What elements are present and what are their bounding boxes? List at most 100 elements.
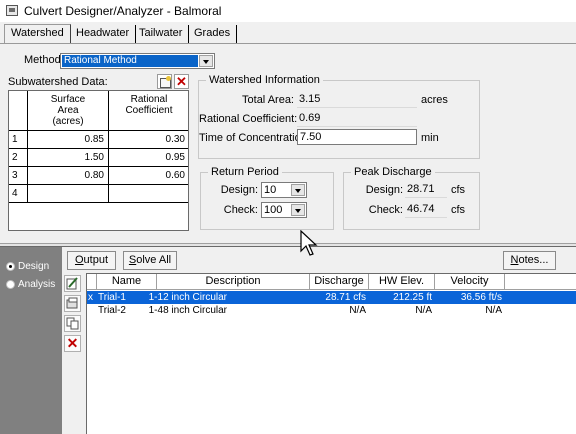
design-peak-discharge-value: 28.71 xyxy=(405,182,447,198)
tab-grades[interactable]: Grades xyxy=(188,25,238,44)
copy-trial-icon[interactable] xyxy=(64,315,81,332)
time-of-concentration-unit: min xyxy=(421,132,439,144)
chevron-down-icon[interactable] xyxy=(199,55,213,67)
column-header-description[interactable]: Description xyxy=(157,274,310,290)
check-peak-discharge-value: 46.74 xyxy=(405,202,447,218)
grid-header-area-line: Area xyxy=(57,105,79,116)
delete-row-icon[interactable]: ✕ xyxy=(174,74,189,89)
column-header-name[interactable]: Name xyxy=(97,274,157,290)
grid-row: 3 0.80 0.60 xyxy=(9,167,188,185)
design-mode-option[interactable]: Design xyxy=(0,258,62,275)
grid-header-area-line: Surface xyxy=(50,94,86,105)
delete-trial-icon[interactable]: ✕ xyxy=(64,335,81,352)
mode-navigation: Design Analysis xyxy=(0,247,62,434)
solve-all-button-label: olve All xyxy=(136,254,172,266)
design-mode-label: Design xyxy=(18,261,50,272)
add-row-icon[interactable] xyxy=(157,74,172,89)
grid-header-area-line: (acres) xyxy=(52,116,84,127)
watershed-information-group: Watershed Information Total Area: 3.15 a… xyxy=(198,74,480,159)
design-return-period-select[interactable]: 10 xyxy=(261,182,307,198)
mouse-pointer-icon xyxy=(300,230,318,256)
output-button[interactable]: Output xyxy=(67,251,116,270)
app-window: Culvert Designer/Analyzer - Balmoral Wat… xyxy=(0,0,576,434)
column-header-hw-elev[interactable]: HW Elev. xyxy=(369,274,435,290)
selected-row-marker: x xyxy=(88,292,93,303)
time-of-concentration-input[interactable]: 7.50 xyxy=(297,129,417,145)
method-select[interactable]: Rational Method xyxy=(60,53,215,69)
grid-header-coefficient: Rational Coefficient xyxy=(109,91,188,131)
trial-velocity: 36.56 ft/s xyxy=(460,292,502,303)
total-area-value: 3.15 xyxy=(297,92,417,108)
column-header-velocity[interactable]: Velocity xyxy=(435,274,505,290)
notes-button-label: otes... xyxy=(518,254,549,266)
grid-row-index: 2 xyxy=(9,149,28,167)
design-peak-discharge-unit: cfs xyxy=(451,184,466,196)
trials-panel: Design Analysis Output Solve All Notes..… xyxy=(0,247,576,434)
grid-cell-area[interactable] xyxy=(28,185,109,203)
grid-header-area: Surface Area (acres) xyxy=(28,91,109,131)
grid-cell-coefficient[interactable]: 0.95 xyxy=(109,149,188,167)
check-return-period-select[interactable]: 100 xyxy=(261,202,307,218)
grid-cell-coefficient[interactable]: 0.60 xyxy=(109,167,188,185)
design-radio-icon[interactable] xyxy=(6,262,15,271)
grid-cell-area[interactable]: 1.50 xyxy=(28,149,109,167)
design-return-period-value: 10 xyxy=(264,184,277,196)
analysis-radio-icon[interactable] xyxy=(6,280,15,289)
tab-watershed[interactable]: Watershed xyxy=(4,24,71,44)
time-of-concentration-label: Time of Concentration: xyxy=(199,132,310,144)
design-peak-discharge-label: Design: xyxy=(365,184,403,196)
title-bar: Culvert Designer/Analyzer - Balmoral xyxy=(0,0,576,22)
design-return-period-label: Design: xyxy=(220,184,258,196)
tab-headwater[interactable]: Headwater xyxy=(70,25,137,44)
trial-hw-elev: 212.25 ft xyxy=(393,292,432,303)
solve-all-button[interactable]: Solve All xyxy=(123,251,177,270)
return-period-group: Return Period Design: 10 Check: 100 xyxy=(200,166,334,230)
grid-cell-coefficient[interactable] xyxy=(109,185,188,203)
trials-table: Name Description Discharge HW Elev. Velo… xyxy=(86,273,576,434)
rational-coefficient-label: Rational Coefficient: xyxy=(199,113,298,125)
notes-button[interactable]: Notes... xyxy=(503,251,556,270)
grid-cell-area[interactable]: 0.85 xyxy=(28,131,109,149)
chevron-down-icon[interactable] xyxy=(291,184,305,196)
grid-cell-area[interactable]: 0.80 xyxy=(28,167,109,185)
grid-row-index: 4 xyxy=(9,185,28,203)
tab-divider xyxy=(0,43,576,44)
check-peak-discharge-unit: cfs xyxy=(451,204,466,216)
total-area-unit: acres xyxy=(421,94,448,106)
trial-velocity: N/A xyxy=(485,305,502,316)
check-return-period-value: 100 xyxy=(264,204,283,216)
window-title: Culvert Designer/Analyzer - Balmoral xyxy=(24,4,222,18)
table-row[interactable]: Trial-2 1-48 inch Circular N/A N/A N/A xyxy=(87,304,576,317)
app-window-icon xyxy=(6,5,18,16)
grid-row: 2 1.50 0.95 xyxy=(9,149,188,167)
grid-header-coefficient-line: Coefficient xyxy=(125,105,173,116)
trial-hw-elev: N/A xyxy=(415,305,432,316)
tab-strip: Watershed Headwater Tailwater Grades xyxy=(0,22,576,44)
analysis-mode-option[interactable]: Analysis xyxy=(0,276,62,293)
tab-tailwater[interactable]: Tailwater xyxy=(133,25,190,44)
trial-description: 1-48 inch Circular xyxy=(148,305,227,316)
total-area-label: Total Area: xyxy=(242,94,294,106)
column-header-discharge[interactable]: Discharge xyxy=(310,274,369,290)
table-marker-header xyxy=(87,274,97,290)
table-row-selected[interactable]: x Trial-1 1-12 inch Circular 28.71 cfs 2… xyxy=(87,291,576,304)
check-peak-discharge-label: Check: xyxy=(368,204,403,216)
subwatershed-label: Subwatershed Data: xyxy=(8,76,108,88)
edit-trial-icon[interactable] xyxy=(64,275,81,292)
grid-row-index: 3 xyxy=(9,167,28,185)
grid-cell-coefficient[interactable]: 0.30 xyxy=(109,131,188,149)
new-trial-icon[interactable] xyxy=(64,295,81,312)
trial-description: 1-12 inch Circular xyxy=(148,292,227,303)
check-return-period-label: Check: xyxy=(223,204,258,216)
grid-row-index: 1 xyxy=(9,131,28,149)
chevron-down-icon[interactable] xyxy=(291,204,305,216)
rational-coefficient-value: 0.69 xyxy=(297,111,417,127)
peak-discharge-group: Peak Discharge Design: 28.71 cfs Check: … xyxy=(343,166,480,230)
subwatershed-grid: Surface Area (acres) Rational Coefficien… xyxy=(8,90,189,231)
method-label: Method: xyxy=(24,54,64,66)
method-selected-value: Rational Method xyxy=(62,55,198,67)
trial-discharge: 28.71 cfs xyxy=(325,292,366,303)
watershed-information-title: Watershed Information xyxy=(206,74,323,86)
output-button-label: utput xyxy=(83,254,109,266)
column-header-blank xyxy=(505,274,576,290)
